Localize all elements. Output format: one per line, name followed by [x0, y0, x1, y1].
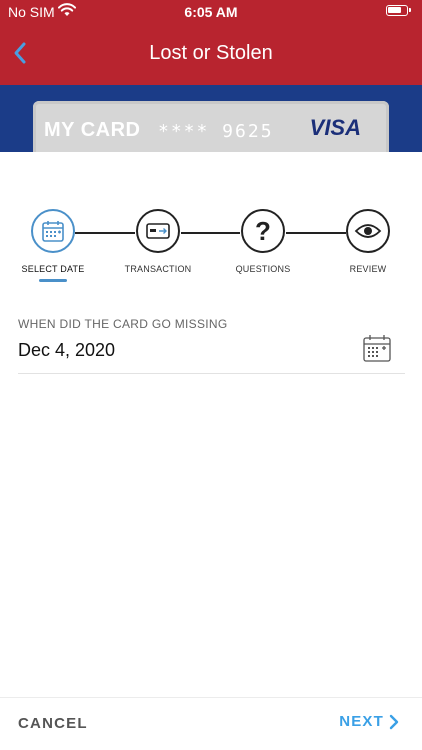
next-label: NEXT: [339, 713, 384, 730]
cancel-button[interactable]: CANCEL: [18, 715, 88, 732]
header: No SIM 6:05 AM Lost or Stolen: [0, 0, 422, 85]
stepper-connector: [286, 232, 346, 234]
card-number: **** 9625: [158, 121, 274, 142]
stepper-connector: [75, 232, 135, 234]
active-step-indicator: [39, 279, 67, 282]
step-label: SELECT DATE: [21, 264, 85, 274]
page-title: Lost or Stolen: [149, 42, 273, 64]
status-bar: No SIM 6:05 AM: [0, 0, 422, 24]
card-label: MY CARD: [44, 119, 141, 141]
step-transaction[interactable]: [136, 209, 180, 253]
battery-icon: [386, 5, 411, 16]
date-field-label: WHEN DID THE CARD GO MISSING: [18, 317, 228, 331]
card-image: MY CARD **** 9625 VISA: [33, 101, 389, 152]
calendar-icon: [42, 221, 64, 242]
footer-divider: [0, 697, 422, 698]
calendar-icon: [363, 335, 391, 362]
svg-text:?: ?: [255, 217, 271, 245]
visa-logo: VISA: [309, 115, 361, 140]
step-review[interactable]: [346, 209, 390, 253]
card-banner: MY CARD **** 9625 VISA: [0, 85, 422, 152]
date-field[interactable]: Dec 4, 2020: [18, 340, 115, 361]
next-button[interactable]: NEXT: [339, 713, 400, 730]
step-label: TRANSACTION: [124, 264, 192, 274]
step-select-date[interactable]: [31, 209, 75, 253]
step-label: REVIEW: [349, 264, 387, 274]
step-label: QUESTIONS: [235, 264, 291, 274]
chevron-right-icon: [389, 714, 399, 729]
step-questions[interactable]: ?: [241, 209, 285, 253]
credit-card-icon: [146, 223, 170, 239]
progress-stepper: SELECT DATE TRANSACTION ? QUESTIONS REVI…: [0, 205, 422, 285]
clock: 6:05 AM: [184, 4, 238, 20]
eye-icon: [354, 224, 382, 238]
field-divider: [18, 373, 405, 374]
date-picker-button[interactable]: [362, 333, 392, 363]
stepper-connector: [181, 232, 240, 234]
question-icon: ?: [255, 217, 271, 245]
